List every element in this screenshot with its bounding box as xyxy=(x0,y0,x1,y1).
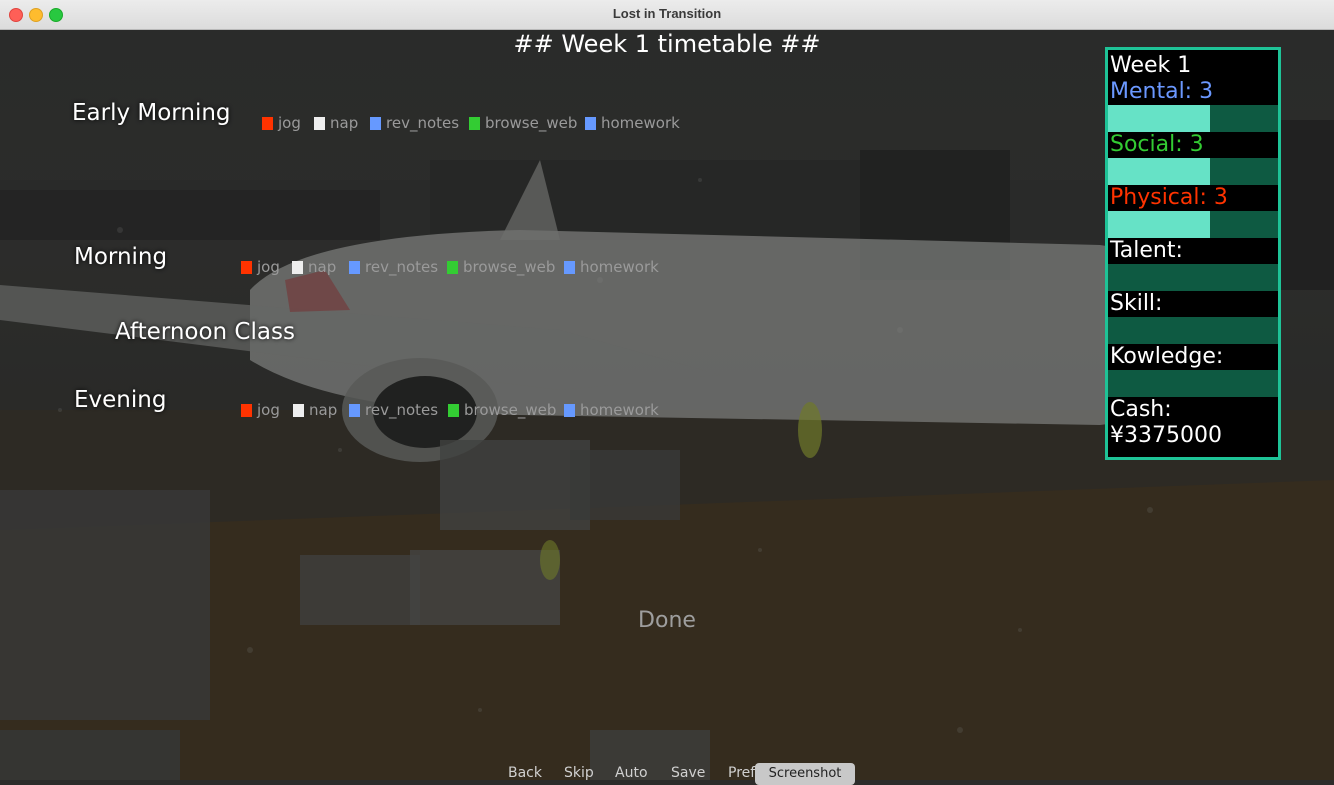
evening-option-nap[interactable]: nap xyxy=(293,401,337,419)
early-morning-option-homework[interactable]: homework xyxy=(585,114,680,132)
jog-color-swatch xyxy=(241,260,252,274)
physical-label: Physical: 3 xyxy=(1110,185,1228,210)
window-titlebar: Lost in Transition xyxy=(0,0,1334,30)
evening-option-rev-notes[interactable]: rev_notes xyxy=(349,401,438,419)
mental-bar-fill xyxy=(1108,105,1210,132)
early-morning-option-nap[interactable]: nap xyxy=(314,114,358,132)
stats-panel: Week 1 Mental: 3 Social: 3 Physical: 3 T… xyxy=(1105,47,1281,460)
browse-web-color-swatch xyxy=(448,403,459,417)
morning-option-jog[interactable]: jog xyxy=(241,258,280,276)
browse-web-color-swatch xyxy=(469,116,480,130)
option-label: browse_web xyxy=(463,258,556,276)
screenshot-button[interactable]: Screenshot xyxy=(755,763,855,785)
option-label: nap xyxy=(308,258,337,276)
early-morning-option-jog[interactable]: jog xyxy=(262,114,301,132)
talent-label: Talent: xyxy=(1110,238,1183,263)
quick-menu-skip[interactable]: Skip xyxy=(564,765,594,781)
homework-color-swatch xyxy=(585,116,596,130)
option-label: nap xyxy=(309,401,338,419)
skill-label: Skill: xyxy=(1110,291,1163,316)
social-bar-fill xyxy=(1108,158,1210,185)
quick-menu-save[interactable]: Save xyxy=(671,765,705,781)
option-label: nap xyxy=(330,114,359,132)
talent-bar xyxy=(1108,264,1278,291)
early-morning-option-browse-web[interactable]: browse_web xyxy=(469,114,577,132)
option-label: homework xyxy=(580,258,659,276)
nap-color-swatch xyxy=(314,116,325,130)
option-label: rev_notes xyxy=(365,258,439,276)
physical-bar-fill xyxy=(1108,211,1210,238)
rev-notes-color-swatch xyxy=(370,116,381,130)
slot-label-afternoon-class: Afternoon Class xyxy=(115,319,295,345)
option-label: rev_notes xyxy=(365,401,439,419)
cash-label: Cash: xyxy=(1110,397,1172,422)
social-label: Social: 3 xyxy=(1110,132,1204,157)
homework-color-swatch xyxy=(564,260,575,274)
evening-option-browse-web[interactable]: browse_web xyxy=(448,401,556,419)
morning-option-homework[interactable]: homework xyxy=(564,258,659,276)
quick-menu-prefs[interactable]: Pref xyxy=(728,765,755,781)
option-label: rev_notes xyxy=(386,114,460,132)
option-label: browse_web xyxy=(464,401,557,419)
browse-web-color-swatch xyxy=(447,260,458,274)
jog-color-swatch xyxy=(262,116,273,130)
quick-menu-auto[interactable]: Auto xyxy=(615,765,648,781)
slot-label-early-morning: Early Morning xyxy=(72,100,231,126)
social-bar xyxy=(1108,158,1278,185)
window-title: Lost in Transition xyxy=(612,6,722,21)
homework-color-swatch xyxy=(564,403,575,417)
slot-label-morning: Morning xyxy=(74,244,168,270)
slot-label-evening: Evening xyxy=(74,387,167,413)
morning-option-rev-notes[interactable]: rev_notes xyxy=(349,258,438,276)
rev-notes-color-swatch xyxy=(349,260,360,274)
nap-color-swatch xyxy=(293,403,304,417)
early-morning-option-rev-notes[interactable]: rev_notes xyxy=(370,114,459,132)
option-label: jog xyxy=(257,258,280,276)
week-label: Week 1 xyxy=(1110,53,1192,78)
jog-color-swatch xyxy=(241,403,252,417)
done-button[interactable]: Done xyxy=(0,608,1334,633)
nap-color-swatch xyxy=(292,260,303,274)
cash-value: ¥3375000 xyxy=(1110,423,1222,448)
evening-option-homework[interactable]: homework xyxy=(564,401,659,419)
physical-bar xyxy=(1108,211,1278,238)
evening-option-jog[interactable]: jog xyxy=(241,401,280,419)
option-label: homework xyxy=(601,114,680,132)
rev-notes-color-swatch xyxy=(349,403,360,417)
option-label: browse_web xyxy=(485,114,578,132)
option-label: jog xyxy=(257,401,280,419)
mental-label: Mental: 3 xyxy=(1110,79,1214,104)
morning-option-nap[interactable]: nap xyxy=(292,258,336,276)
knowledge-bar xyxy=(1108,370,1278,397)
skill-bar xyxy=(1108,317,1278,344)
quick-menu-back[interactable]: Back xyxy=(508,765,542,781)
option-label: homework xyxy=(580,401,659,419)
knowledge-label: Kowledge: xyxy=(1110,344,1224,369)
morning-option-browse-web[interactable]: browse_web xyxy=(447,258,555,276)
option-label: jog xyxy=(278,114,301,132)
mental-bar xyxy=(1108,105,1278,132)
